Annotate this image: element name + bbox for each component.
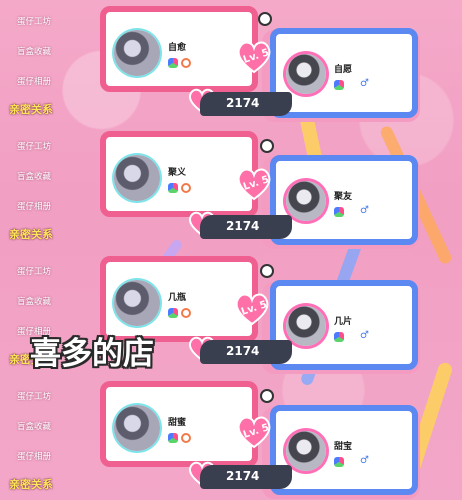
intimacy-score: 2174 <box>226 469 260 483</box>
male-icon: ♂ <box>360 205 369 216</box>
player-avatar-left[interactable] <box>114 405 160 451</box>
badge-icons-left <box>168 308 191 318</box>
intimacy-score: 2174 <box>226 96 260 110</box>
tag-ring-icon <box>258 12 272 26</box>
badge-icons-right <box>334 80 344 90</box>
player-avatar-left[interactable] <box>114 280 160 326</box>
rainbow-badge-icon <box>168 58 178 68</box>
ring-badge-icon <box>181 58 191 68</box>
player-name-right: 甜宝 <box>334 442 353 452</box>
player-name-left: 聚义 <box>168 168 187 178</box>
player-card-left[interactable]: 自愈 <box>100 6 258 92</box>
player-avatar-left[interactable] <box>114 155 160 201</box>
male-icon: ♂ <box>360 78 369 89</box>
player-card-right[interactable]: 自愿 ♂ <box>270 28 418 118</box>
ring-badge-icon <box>181 433 191 443</box>
player-avatar-left[interactable] <box>114 30 160 76</box>
player-name-right: 聚友 <box>334 192 353 202</box>
rainbow-badge-icon <box>168 183 178 193</box>
tag-ring-icon <box>260 389 274 403</box>
rainbow-badge-icon <box>334 457 344 467</box>
player-name-left: 自愈 <box>168 43 187 53</box>
player-avatar-right[interactable] <box>286 306 326 346</box>
male-icon: ♂ <box>360 455 369 466</box>
intimacy-score: 2174 <box>226 344 260 358</box>
player-card-right[interactable]: 甜宝 ♂ <box>270 405 418 495</box>
rainbow-badge-icon <box>334 207 344 217</box>
ring-badge-icon <box>181 183 191 193</box>
badge-icons-left <box>168 183 191 193</box>
tag-ring-icon <box>260 139 274 153</box>
player-card-right[interactable]: 几片 ♂ <box>270 280 418 370</box>
player-avatar-right[interactable] <box>286 431 326 471</box>
rainbow-badge-icon <box>334 332 344 342</box>
player-card-left[interactable]: 甜蜜 <box>100 381 258 467</box>
male-icon: ♂ <box>360 330 369 341</box>
badge-icons-left <box>168 433 191 443</box>
player-name-right: 自愿 <box>334 65 353 75</box>
relationship-card[interactable]: 聚义 聚友 ♂ Lv. 5 2174 <box>0 125 462 250</box>
intimacy-score: 2174 <box>226 219 260 233</box>
rainbow-badge-icon <box>334 80 344 90</box>
player-name-left: 几瓶 <box>168 293 187 303</box>
relationship-card[interactable]: 甜蜜 甜宝 ♂ Lv. 5 2174 <box>0 375 462 500</box>
player-card-left[interactable]: 聚义 <box>100 131 258 217</box>
badge-icons-right <box>334 332 344 342</box>
rainbow-badge-icon <box>168 308 178 318</box>
player-avatar-right[interactable] <box>286 181 326 221</box>
badge-icons-right <box>334 207 344 217</box>
tag-ring-icon <box>260 264 274 278</box>
badge-icons-right <box>334 457 344 467</box>
player-avatar-right[interactable] <box>286 54 326 94</box>
rainbow-badge-icon <box>168 433 178 443</box>
player-card-right[interactable]: 聚友 ♂ <box>270 155 418 245</box>
shop-watermark-title: 喜多的店 <box>30 336 154 372</box>
player-name-left: 甜蜜 <box>168 418 187 428</box>
player-name-right: 几片 <box>334 317 353 327</box>
relationship-card[interactable]: 自愈 自愿 ♂ Lv. 5 2174 <box>0 0 462 125</box>
ring-badge-icon <box>181 308 191 318</box>
badge-icons-left <box>168 58 191 68</box>
